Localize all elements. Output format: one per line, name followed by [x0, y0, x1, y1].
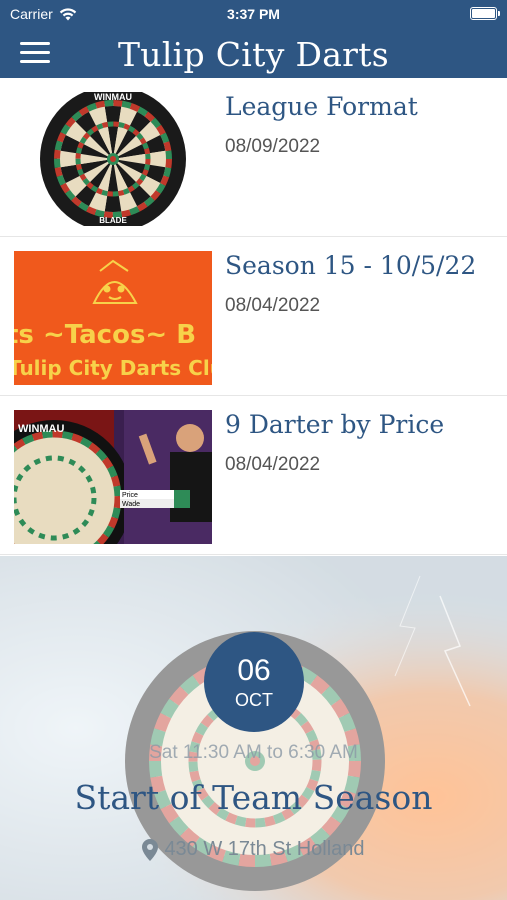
board-brand: WINMAU — [18, 423, 64, 435]
post-date: 08/04/2022 — [225, 454, 321, 475]
app-title: Tulip City Darts — [117, 35, 390, 74]
post-title: 9 Darter by Price — [225, 410, 445, 439]
status-bar: Carrier 3:37 PM — [0, 0, 507, 30]
event-month: OCT — [235, 690, 273, 710]
event-day: 06 — [237, 654, 271, 687]
battery-icon — [470, 7, 500, 20]
event-location-text: 430 W 17th St Holland — [164, 838, 365, 860]
post-title: League Format — [225, 92, 418, 121]
top-bar: Carrier 3:37 PM Tulip City Darts — [0, 0, 507, 78]
tacos-line: ts ~Tacos~ B — [14, 320, 196, 350]
tacos-banner-thumbnail: ts ~Tacos~ B Tulip City Darts Club — [14, 251, 212, 385]
club-line: Tulip City Darts Club — [14, 356, 212, 380]
post-date: 08/09/2022 — [225, 136, 321, 157]
list-item[interactable]: WINMAU Price Wade 9 Darter by Price 08/0… — [0, 396, 507, 555]
event-date-badge: 06 OCT — [204, 632, 304, 732]
posts-list: WINMAU BLADE League Format 08/09/2022 ts… — [0, 78, 507, 555]
dartboard-thumbnail: WINMAU BLADE — [14, 92, 212, 226]
map-pin-icon — [142, 838, 159, 861]
clock: 3:37 PM — [227, 6, 280, 22]
event-location: 430 W 17th St Holland — [0, 838, 507, 861]
svg-text:WINMAU: WINMAU — [94, 92, 132, 102]
player-2: Wade — [122, 501, 140, 508]
upcoming-event-card[interactable]: 06 OCT Sat 11:30 AM to 6:30 AM Start of … — [0, 556, 507, 900]
player-1: Price — [122, 492, 138, 499]
list-item[interactable]: ts ~Tacos~ B Tulip City Darts Club Seaso… — [0, 237, 507, 396]
post-date: 08/04/2022 — [225, 295, 321, 316]
svg-text:BLADE: BLADE — [99, 216, 127, 225]
app-header: Tulip City Darts — [0, 30, 507, 78]
event-title: Start of Team Season — [74, 778, 433, 817]
list-item[interactable]: WINMAU BLADE League Format 08/09/2022 — [0, 78, 507, 237]
event-time: Sat 11:30 AM to 6:30 AM — [149, 742, 358, 763]
match-broadcast-thumbnail: WINMAU Price Wade — [14, 410, 212, 544]
post-title: Season 15 - 10/5/22 — [225, 251, 477, 280]
